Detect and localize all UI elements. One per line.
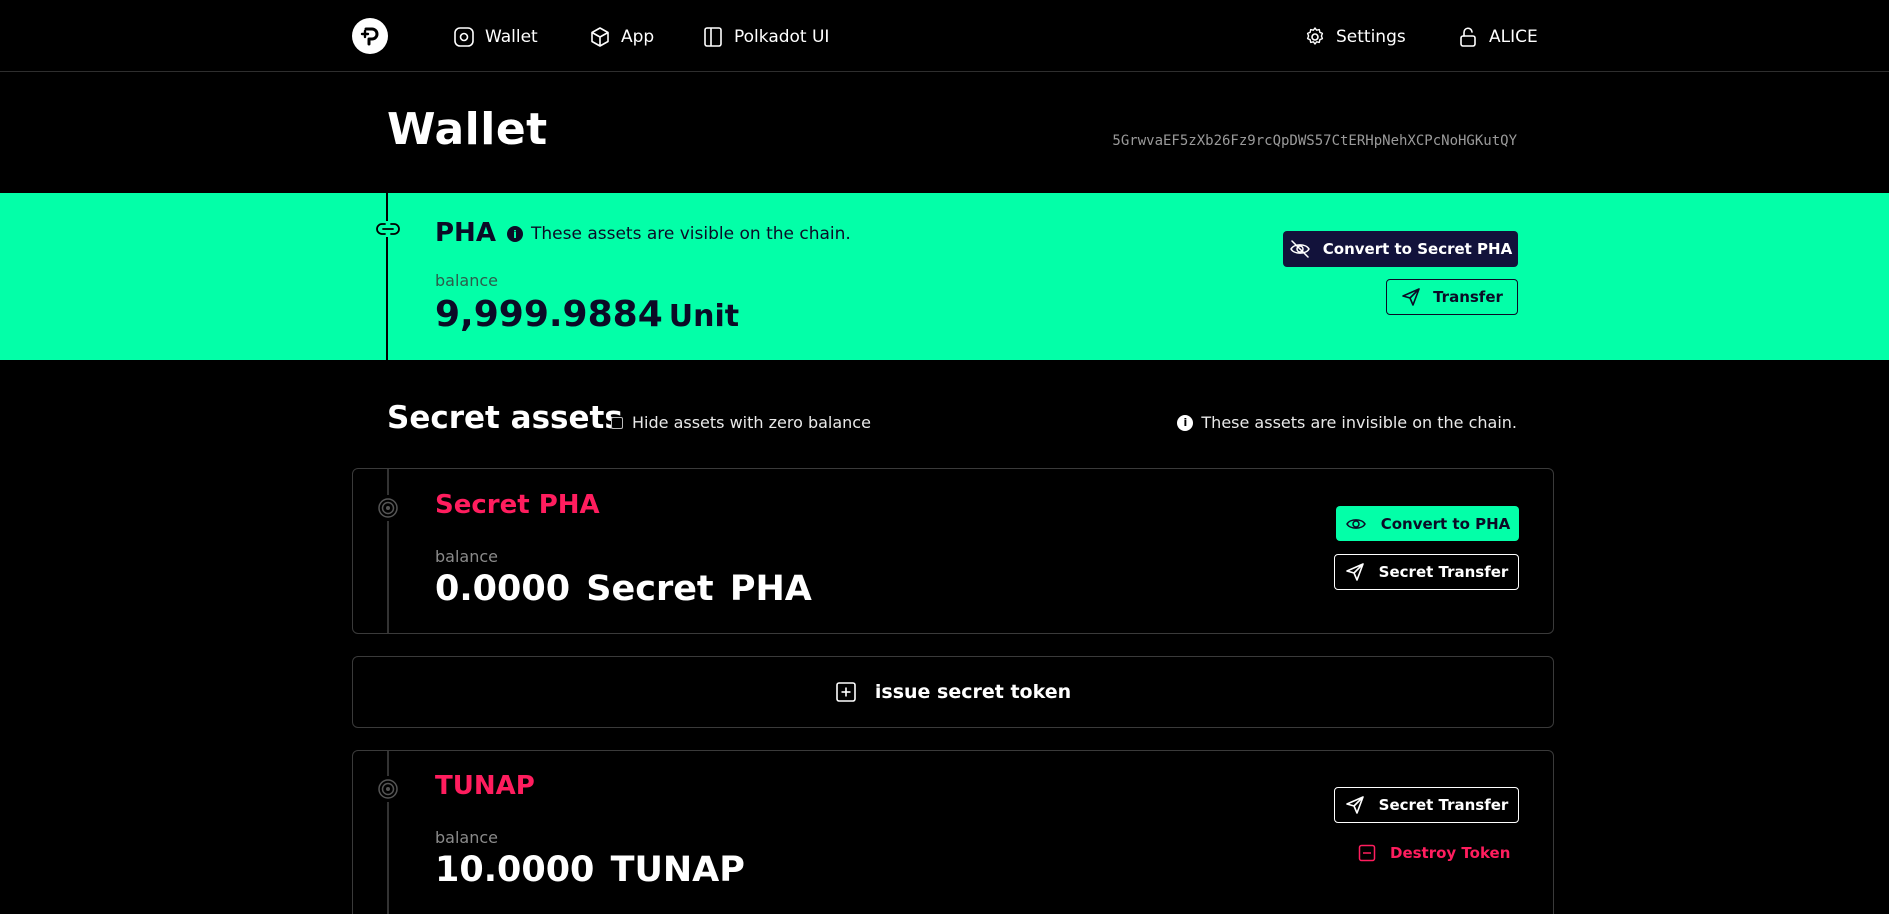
card-timeline-line [387, 469, 389, 633]
sidebar-icon [704, 27, 722, 47]
secret-pha-balance: 0.0000 Secret PHA [435, 569, 812, 609]
nav-app-label: App [621, 27, 655, 47]
target-icon-wrap [375, 495, 401, 521]
send-icon [1345, 796, 1364, 814]
nav-polkadot-ui-label: Polkadot UI [734, 27, 830, 47]
eye-icon [1345, 518, 1366, 529]
account-address[interactable]: 5GrwvaEF5zXb26Fz9rcQpDWS57CtERHpNehXCPcN… [1112, 133, 1517, 149]
tunap-secret-transfer-button[interactable]: Secret Transfer [1334, 787, 1519, 823]
tunap-title: TUNAP [435, 771, 535, 801]
pha-note-text: These assets are visible on the chain. [531, 224, 851, 244]
target-icon-wrap [375, 776, 401, 802]
secret-note-text: These assets are invisible on the chain. [1201, 413, 1517, 432]
top-nav: Wallet App Polkadot UI Settings ALICE [0, 0, 1889, 72]
nav-account[interactable]: ALICE [1457, 25, 1538, 49]
hide-zero-label: Hide assets with zero balance [632, 413, 871, 432]
pha-balance-value: 9,999.9884 [435, 294, 663, 335]
tunap-balance: 10.0000 TUNAP [435, 850, 745, 890]
link-icon-wrap [375, 221, 401, 237]
nav-settings-label: Settings [1336, 27, 1406, 47]
pha-balance: 9,999.9884 Unit [435, 294, 739, 335]
unlock-icon [1460, 27, 1476, 47]
pha-transfer-button[interactable]: Transfer [1386, 279, 1518, 315]
secret-pha-card: Secret PHA balance 0.0000 Secret PHA Con… [352, 468, 1554, 634]
pha-balance-unit: Unit [668, 299, 740, 334]
nav-settings[interactable]: Settings [1304, 25, 1406, 49]
gear-icon [1306, 27, 1324, 45]
hide-zero-balance-toggle[interactable]: Hide assets with zero balance [611, 413, 871, 432]
pha-asset-panel: PHA i These assets are visible on the ch… [0, 193, 1889, 360]
phala-logo[interactable] [352, 18, 388, 54]
convert-to-secret-pha-label: Convert to Secret PHA [1322, 240, 1513, 258]
pha-balance-label: balance [435, 271, 498, 290]
convert-to-secret-pha-button[interactable]: Convert to Secret PHA [1283, 231, 1518, 267]
target-icon [378, 498, 398, 518]
pha-title: PHA [435, 218, 496, 248]
pha-timeline-line [386, 193, 388, 360]
send-icon [1402, 288, 1420, 306]
pha-visibility-note: i These assets are visible on the chain. [507, 224, 851, 244]
phala-logo-icon [360, 27, 379, 46]
send-icon [1345, 563, 1364, 581]
tunap-balance-label: balance [435, 828, 498, 847]
wallet-icon [454, 27, 474, 47]
nav-account-label: ALICE [1489, 27, 1538, 47]
link-icon [376, 223, 400, 235]
tunap-secret-transfer-label: Secret Transfer [1378, 796, 1509, 814]
cube-icon [591, 27, 609, 47]
info-icon: i [507, 226, 523, 242]
pha-transfer-label: Transfer [1433, 288, 1503, 306]
convert-to-pha-button[interactable]: Convert to PHA [1336, 506, 1519, 541]
plus-square-icon [836, 682, 856, 702]
secret-pha-balance-label: balance [435, 547, 498, 566]
issue-secret-token-button[interactable]: issue secret token [352, 656, 1554, 728]
destroy-token-button[interactable]: Destroy Token [1358, 844, 1510, 862]
eye-off-icon [1289, 240, 1310, 258]
nav-polkadot-ui[interactable]: Polkadot UI [702, 25, 829, 49]
destroy-token-label: Destroy Token [1390, 844, 1511, 862]
secret-pha-transfer-label: Secret Transfer [1378, 563, 1509, 581]
page-title: Wallet [387, 104, 548, 155]
secret-visibility-note: i These assets are invisible on the chai… [1177, 413, 1517, 432]
secret-assets-title: Secret assets [387, 400, 623, 436]
target-icon [378, 779, 398, 799]
issue-secret-token-label: issue secret token [874, 681, 1072, 703]
nav-app[interactable]: App [589, 25, 654, 49]
tunap-card: TUNAP balance 10.0000 TUNAP Secret Trans… [352, 750, 1554, 914]
nav-wallet[interactable]: Wallet [453, 25, 538, 49]
info-icon: i [1177, 414, 1194, 431]
nav-wallet-label: Wallet [485, 27, 538, 47]
hide-zero-checkbox[interactable] [611, 416, 623, 429]
convert-to-pha-label: Convert to PHA [1380, 514, 1511, 533]
secret-pha-transfer-button[interactable]: Secret Transfer [1334, 554, 1519, 590]
minus-square-icon [1358, 844, 1376, 862]
secret-pha-title: Secret PHA [435, 490, 600, 520]
